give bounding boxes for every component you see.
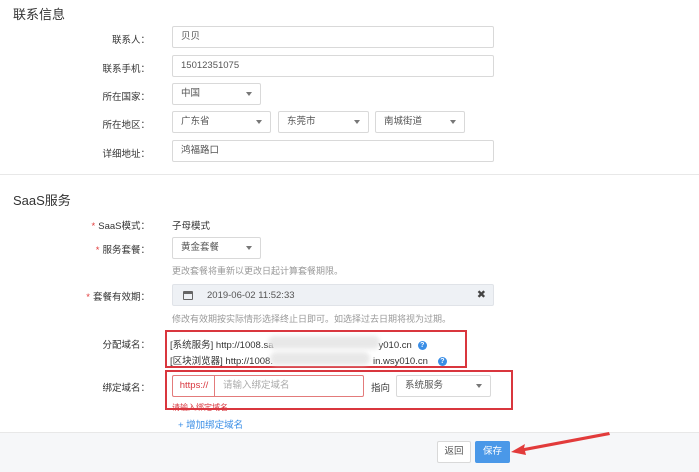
annotation-arrow-icon [511, 432, 610, 455]
required-mark: * [86, 292, 90, 303]
country-select-value: 中国 [181, 88, 201, 99]
section-divider [0, 174, 699, 175]
calendar-icon[interactable] [183, 291, 193, 300]
expiry-date-picker[interactable]: 2019-06-02 11:52:33 ✖ [172, 284, 494, 306]
point-to-select-value: 系统服务 [405, 380, 444, 391]
system-service-domain-prefix: [系统服务] http://1008.sa [170, 340, 274, 351]
chevron-down-icon [256, 120, 262, 124]
point-to-select[interactable]: 系统服务 [396, 375, 491, 397]
phone-label: 联系手机： [102, 64, 150, 75]
saas-section-title: SaaS服务 [13, 193, 71, 208]
bind-domain-error: 请输入绑定域名 [172, 403, 228, 412]
region-label: 所在地区： [102, 120, 150, 131]
expiry-label: * 套餐有效期： [0, 289, 150, 303]
back-button[interactable]: 返回 [437, 441, 471, 463]
country-select[interactable]: 中国 [172, 83, 261, 105]
package-hint: 更改套餐将重新以更改日起计算套餐期限。 [172, 266, 344, 276]
expiry-date-value: 2019-06-02 11:52:33 [207, 290, 295, 301]
saas-mode-label: * SaaS模式： [0, 218, 150, 232]
assigned-domain-label: 分配域名： [102, 340, 150, 351]
chevron-down-icon [354, 120, 360, 124]
address-input[interactable]: 鸿福路口 [172, 140, 494, 162]
expiry-hint: 修改有效期按实际情形选择终止日即可。如选择过去日期将视为过期。 [172, 314, 452, 324]
explorer-domain-suffix: in.wsy010.cn [372, 356, 428, 367]
redaction-blur [270, 352, 370, 365]
bind-domain-label: 绑定域名： [102, 383, 150, 394]
district-select[interactable]: 南城街道 [375, 111, 465, 133]
package-label: * 服务套餐： [0, 242, 150, 256]
expiry-label-text: 套餐有效期： [92, 292, 150, 303]
package-label-text: 服务套餐： [102, 245, 150, 256]
help-icon[interactable]: ? [417, 340, 427, 350]
city-select[interactable]: 东莞市 [278, 111, 369, 133]
package-select[interactable]: 黄金套餐 [172, 237, 261, 259]
chevron-down-icon [246, 92, 252, 96]
chevron-down-icon [476, 384, 482, 388]
country-label: 所在国家： [102, 92, 150, 103]
chevron-down-icon [246, 246, 252, 250]
contact-person-input[interactable]: 贝贝 [172, 26, 494, 48]
chevron-down-icon [450, 120, 456, 124]
province-select[interactable]: 广东省 [172, 111, 271, 133]
bind-domain-input[interactable]: 请输入绑定域名 [214, 375, 364, 397]
required-mark: * [95, 245, 100, 256]
saas-mode-value: 子母模式 [172, 221, 211, 232]
explorer-domain-prefix: [区块浏览器] http://1008. [170, 356, 273, 367]
close-icon[interactable]: ✖ [477, 288, 486, 301]
city-select-value: 东莞市 [287, 116, 316, 127]
point-to-label: 指向 [371, 383, 391, 394]
phone-input[interactable]: 15012351075 [172, 55, 494, 77]
protocol-addon: https:// [172, 375, 215, 397]
province-select-value: 广东省 [181, 116, 210, 127]
add-bind-domain-link[interactable]: + 增加绑定域名 [178, 417, 243, 431]
saas-mode-label-text: SaaS模式： [98, 221, 150, 232]
contact-section-title: 联系信息 [13, 7, 66, 22]
address-label: 详细地址： [102, 149, 150, 160]
required-mark: * [91, 221, 96, 232]
contact-person-label: 联系人： [111, 35, 150, 46]
help-icon[interactable]: ? [437, 356, 447, 366]
package-select-value: 黄金套餐 [181, 242, 220, 253]
district-select-value: 南城街道 [384, 116, 423, 127]
redaction-blur [268, 336, 380, 349]
system-service-domain-suffix: y010.cn [378, 340, 412, 351]
